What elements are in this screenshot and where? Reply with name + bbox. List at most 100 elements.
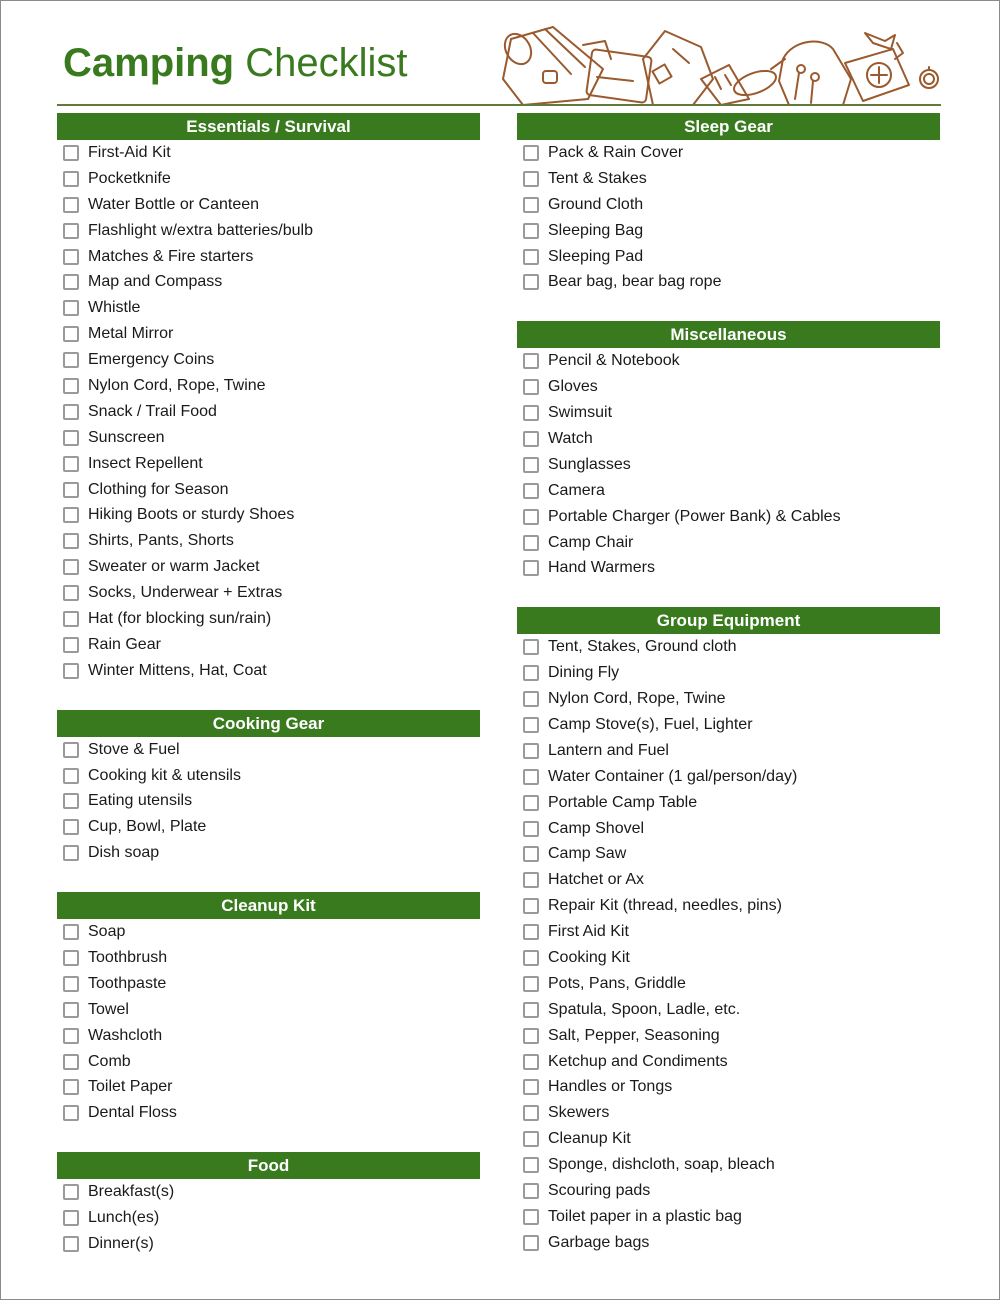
checkbox[interactable]	[523, 1053, 539, 1070]
checklist-item[interactable]: Toothpaste	[57, 971, 480, 997]
checklist-item[interactable]: First-Aid Kit	[57, 140, 480, 166]
checklist-item[interactable]: Camp Shovel	[517, 816, 940, 842]
checkbox[interactable]	[523, 274, 539, 291]
checkbox[interactable]	[523, 768, 539, 785]
checklist-item[interactable]: Gloves	[517, 374, 940, 400]
checkbox[interactable]	[63, 1027, 79, 1044]
checkbox[interactable]	[523, 872, 539, 889]
checkbox[interactable]	[523, 846, 539, 863]
checkbox[interactable]	[63, 326, 79, 343]
checkbox[interactable]	[63, 455, 79, 472]
checklist-item[interactable]: Garbage bags	[517, 1230, 940, 1256]
checklist-item[interactable]: Watch	[517, 426, 940, 452]
checklist-item[interactable]: Sweater or warm Jacket	[57, 554, 480, 580]
checkbox[interactable]	[523, 1183, 539, 1199]
checkbox[interactable]	[63, 352, 79, 369]
checkbox[interactable]	[63, 429, 79, 446]
checkbox[interactable]	[63, 636, 79, 653]
checkbox[interactable]	[523, 534, 539, 551]
checklist-item[interactable]: Sponge, dishcloth, soap, bleach	[517, 1152, 940, 1178]
checklist-item[interactable]: Washcloth	[57, 1023, 480, 1049]
checklist-item[interactable]: Camp Chair	[517, 530, 940, 556]
checkbox[interactable]	[63, 481, 79, 498]
checklist-item[interactable]: Lantern and Fuel	[517, 738, 940, 764]
checkbox[interactable]	[63, 559, 79, 576]
checklist-item[interactable]: Lunch(es)	[57, 1205, 480, 1231]
checkbox[interactable]	[523, 144, 539, 161]
checklist-item[interactable]: Eating utensils	[57, 788, 480, 814]
checklist-item[interactable]: Pots, Pans, Griddle	[517, 971, 940, 997]
checkbox[interactable]	[63, 767, 79, 784]
checklist-item[interactable]: Matches & Fire starters	[57, 244, 480, 270]
checkbox[interactable]	[63, 170, 79, 187]
checkbox[interactable]	[523, 665, 539, 682]
checklist-item[interactable]: Metal Mirror	[57, 321, 480, 347]
checkbox[interactable]	[63, 196, 79, 213]
checklist-item[interactable]: Towel	[57, 997, 480, 1023]
checkbox[interactable]	[523, 1208, 539, 1225]
checkbox[interactable]	[523, 170, 539, 187]
checkbox[interactable]	[63, 1079, 79, 1096]
checklist-item[interactable]: Salt, Pepper, Seasoning	[517, 1023, 940, 1049]
checkbox[interactable]	[523, 430, 539, 447]
checkbox[interactable]	[523, 1131, 539, 1148]
checklist-item[interactable]: Ketchup and Condiments	[517, 1049, 940, 1075]
checklist-item[interactable]: Socks, Underwear + Extras	[57, 580, 480, 606]
checkbox[interactable]	[523, 794, 539, 811]
checkbox[interactable]	[63, 507, 79, 524]
checklist-item[interactable]: Dinner(s)	[57, 1231, 480, 1257]
checklist-item[interactable]: First Aid Kit	[517, 919, 940, 945]
checkbox[interactable]	[63, 1053, 79, 1070]
checkbox[interactable]	[523, 508, 539, 525]
checklist-item[interactable]: Ground Cloth	[517, 192, 940, 218]
checklist-item[interactable]: Winter Mittens, Hat, Coat	[57, 658, 480, 684]
checklist-item[interactable]: Stove & Fuel	[57, 737, 480, 763]
checklist-item[interactable]: Bear bag, bear bag rope	[517, 269, 940, 295]
checklist-item[interactable]: Flashlight w/extra batteries/bulb	[57, 218, 480, 244]
checkbox[interactable]	[63, 1184, 79, 1201]
checklist-item[interactable]: Dental Floss	[57, 1100, 480, 1126]
checklist-item[interactable]: Shirts, Pants, Shorts	[57, 528, 480, 554]
checkbox[interactable]	[523, 196, 539, 213]
checklist-item[interactable]: Sunglasses	[517, 452, 940, 478]
checkbox[interactable]	[523, 482, 539, 499]
checklist-item[interactable]: Snack / Trail Food	[57, 399, 480, 425]
checklist-item[interactable]: Hand Warmers	[517, 555, 940, 581]
checklist-item[interactable]: Spatula, Spoon, Ladle, etc.	[517, 997, 940, 1023]
checkbox[interactable]	[63, 1105, 79, 1122]
checklist-item[interactable]: Tent & Stakes	[517, 166, 940, 192]
checkbox[interactable]	[523, 1079, 539, 1096]
checkbox[interactable]	[523, 1001, 539, 1018]
checklist-item[interactable]: Toilet Paper	[57, 1075, 480, 1101]
checklist-item[interactable]: Skewers	[517, 1100, 940, 1126]
checklist-item[interactable]: Toothbrush	[57, 945, 480, 971]
checkbox[interactable]	[523, 1157, 539, 1174]
checkbox[interactable]	[63, 1236, 79, 1252]
checkbox[interactable]	[523, 1234, 539, 1251]
checklist-item[interactable]: Pocketknife	[57, 166, 480, 192]
checkbox[interactable]	[523, 560, 539, 577]
checkbox[interactable]	[63, 248, 79, 265]
checklist-item[interactable]: Swimsuit	[517, 400, 940, 426]
checklist-item[interactable]: Portable Charger (Power Bank) & Cables	[517, 504, 940, 530]
checklist-item[interactable]: Scouring pads	[517, 1178, 940, 1204]
checkbox[interactable]	[63, 949, 79, 966]
checklist-item[interactable]: Water Bottle or Canteen	[57, 192, 480, 218]
checklist-item[interactable]: Dish soap	[57, 840, 480, 866]
checklist-item[interactable]: Cleanup Kit	[517, 1126, 940, 1152]
checkbox[interactable]	[523, 691, 539, 708]
checkbox[interactable]	[63, 975, 79, 992]
checkbox[interactable]	[63, 662, 79, 679]
checklist-item[interactable]: Pencil & Notebook	[517, 348, 940, 374]
checklist-item[interactable]: Repair Kit (thread, needles, pins)	[517, 893, 940, 919]
checklist-item[interactable]: Toilet paper in a plastic bag	[517, 1204, 940, 1230]
checklist-item[interactable]: Insect Repellent	[57, 451, 480, 477]
checkbox[interactable]	[523, 639, 539, 656]
checklist-item[interactable]: Breakfast(s)	[57, 1179, 480, 1205]
checklist-item[interactable]: Nylon Cord, Rope, Twine	[517, 686, 940, 712]
checkbox[interactable]	[63, 533, 79, 550]
checkbox[interactable]	[63, 845, 79, 862]
checklist-item[interactable]: Tent, Stakes, Ground cloth	[517, 634, 940, 660]
checklist-item[interactable]: Cooking Kit	[517, 945, 940, 971]
checklist-item[interactable]: Sleeping Bag	[517, 218, 940, 244]
